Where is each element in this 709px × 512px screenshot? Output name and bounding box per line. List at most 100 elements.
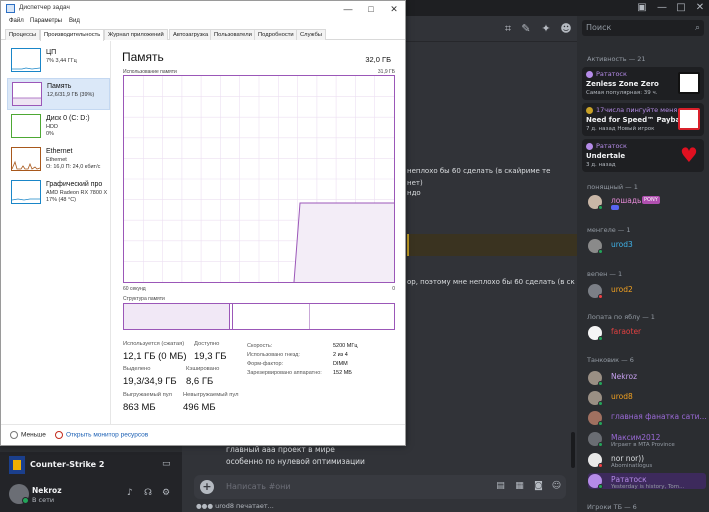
minimize-icon[interactable]: — [656,2,668,14]
nitro-icon [611,205,619,210]
avatar [586,143,593,150]
game-name: Counter-Strike 2 [30,460,105,469]
chat-message: главный ааа проект в мире [226,445,335,454]
status-icon [598,463,603,468]
member-item[interactable]: urod2 [588,283,706,299]
activity-card[interactable]: 17числа пингуйте меня ... Need for Speed… [582,103,704,136]
detail-reserved: 152 МБ [333,370,352,376]
username: Nekroz [32,486,62,495]
sidebar-item-memory[interactable]: Память 12,6/31,9 ГБ (39%) [7,78,110,110]
detail-speed: 5200 МГц [333,343,358,349]
detail-form-factor: DIMM [333,361,348,367]
fewer-details-button[interactable]: Меньше [10,431,46,439]
sidebar-item-disk[interactable]: Диск 0 (C: D:) HDD 0% [7,111,110,143]
stat-in-use: 12,1 ГБ (0 МБ) [123,351,187,362]
activity-card[interactable]: Рататоск Zenless Zone Zero Самая популяр… [582,67,704,100]
gif-icon[interactable]: ▦ [514,481,525,492]
role-group-header: Игроки ТБ — 6 [587,503,637,511]
menu-bar: Файл Параметры Вид [1,17,405,28]
cpu-thumbnail [11,48,41,72]
threads-icon[interactable]: ⌗ [501,22,515,36]
headphones-icon[interactable]: ☊ [144,488,152,498]
resource-monitor-link[interactable]: Открыть монитор ресурсов [55,431,148,439]
detail-label: Использовано гнезд: [247,352,300,358]
role-group-header: Танковик — 6 [587,356,634,364]
ethernet-thumbnail [11,147,41,171]
status-icon [598,205,603,210]
chat-message: нет) [407,179,423,187]
screen-share-icon[interactable]: ▭ [162,459,171,469]
search-input[interactable]: Поиск ⌕ [582,20,704,36]
stat-label: Доступно [194,341,220,347]
heart-icon: ♥ [678,144,700,166]
close-icon[interactable]: ✕ [694,2,706,14]
maximize-button[interactable]: □ [360,1,382,17]
user-panel: Nekroz В сети ♪ ☊ ⚙ [0,478,182,512]
stat-label: Невыгружаемый пул [183,392,239,398]
message-input[interactable]: Написать #они [226,475,291,499]
activity-header: Активность — 21 [587,55,646,63]
member-item[interactable]: Nekroz [588,370,706,386]
pin-icon[interactable]: ✦ [539,22,553,36]
tab-details[interactable]: Подробности [254,29,298,40]
window-footer: Меньше Открыть монитор ресурсов [1,424,405,446]
avatar [586,107,593,114]
member-item[interactable]: лошадь PONY [588,194,706,210]
task-manager-window: Диспетчер задач — □ ✕ Файл Параметры Вид… [0,0,406,446]
member-item[interactable]: nor nor)) Abominatlogus [588,452,706,469]
disk-thumbnail [11,114,41,138]
tab-app-history[interactable]: Журнал приложений [104,29,168,40]
emoji-icon[interactable]: ☺ [551,481,562,492]
detail-label: Зарезервировано аппаратно: [247,370,322,376]
sticker-icon[interactable]: ◙ [533,481,544,492]
member-item[interactable]: urod8 [588,390,706,406]
member-item[interactable]: faraoter [588,325,706,341]
role-group-header: вепен — 1 [587,270,623,278]
microphone-icon[interactable]: ♪ [127,488,133,498]
menu-options[interactable]: Параметры [30,18,62,24]
mute-icon[interactable]: ✎ [519,22,533,36]
stat-label: Кэшировано [186,366,220,372]
activity-card[interactable]: Рататоск Undertale 3 д. назад ♥ [582,139,704,172]
tab-performance[interactable]: Производительность [40,29,105,41]
chat-scrollbar[interactable] [571,432,575,468]
task-manager-icon [6,4,15,13]
role-group-header: менгеле — 1 [587,226,631,234]
members-icon[interactable]: ☻ [559,22,573,36]
menu-file[interactable]: Файл [9,18,24,24]
sidebar-item-ethernet[interactable]: Ethernet Ethernet О: 16,0 П: 24,0 кбит/с [7,144,110,176]
maximize-icon[interactable]: □ [675,2,687,14]
tab-startup[interactable]: Автозагрузка [169,29,213,40]
game-cover-icon [678,72,700,94]
tab-processes[interactable]: Процессы [5,29,41,40]
status-icon [598,401,603,406]
detail-label: Скорость: [247,343,273,349]
chat-message: ндо [407,189,421,197]
game-logo [9,456,25,474]
stat-cached: 8,6 ГБ [186,376,214,387]
role-badge: PONY [642,196,660,204]
minimize-button[interactable]: — [337,1,359,17]
member-item[interactable]: главная фанатка сати... [588,410,707,426]
message-composer[interactable]: + Написать #они ▤ ▦ ◙ ☺ [194,475,566,499]
gift-icon[interactable]: ▤ [495,481,506,492]
game-activity-bar[interactable]: Counter-Strike 2 ▭ [0,452,182,478]
member-item[interactable]: Максим2012 Играет в MTA Province [588,431,706,448]
menu-view[interactable]: Вид [69,18,80,24]
sidebar-item-cpu[interactable]: ЦП 7% 3,44 ГГц [7,45,110,77]
detail-label: Форм-фактор: [247,361,284,367]
settings-icon[interactable]: ⚙ [162,488,170,498]
close-button[interactable]: ✕ [383,1,405,17]
upload-icon[interactable]: + [200,480,214,494]
window-titlebar[interactable]: Диспетчер задач — □ ✕ [1,1,405,17]
status-icon [598,484,603,489]
sidebar-item-gpu[interactable]: Графический про AMD Radeon RX 7800 X 17%… [7,177,110,209]
game-cover-icon [678,108,700,130]
resource-monitor-icon [55,431,63,439]
tab-users[interactable]: Пользователи [210,29,256,40]
chevron-up-icon [10,431,18,439]
inbox-icon[interactable]: ▣ [636,2,648,14]
tab-services[interactable]: Службы [296,29,326,40]
member-item[interactable]: Рататоск Yesterday is history, Tom... [588,473,706,490]
member-item[interactable]: urod3 [588,238,706,254]
